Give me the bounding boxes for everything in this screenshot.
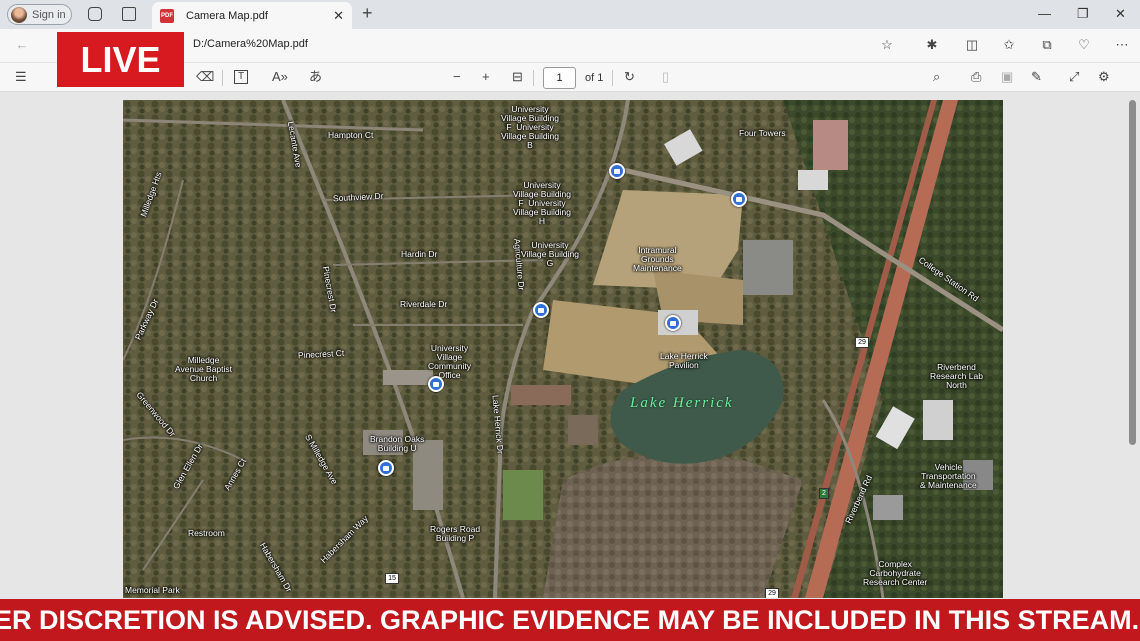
- place-label: Milledge Avenue Baptist Church: [175, 355, 233, 383]
- scrollbar[interactable]: [1129, 100, 1136, 445]
- place-label: Complex Carbohydrate Research Center: [863, 559, 928, 587]
- divider: [222, 70, 223, 86]
- more-options-icon[interactable]: ⋯: [1115, 38, 1129, 52]
- street-label: Restroom: [188, 528, 225, 538]
- tab-title: Camera Map.pdf: [186, 9, 268, 22]
- collections-icon[interactable]: ⧉: [1040, 38, 1054, 52]
- save-as-icon[interactable]: ✎: [1031, 70, 1042, 84]
- camera-marker-icon[interactable]: [731, 191, 747, 207]
- place-label: Four Towers: [739, 128, 786, 138]
- camera-marker-icon[interactable]: [665, 315, 681, 331]
- place-label: Intramural Grounds Maintenance: [633, 245, 682, 273]
- restore-icon[interactable]: ❐: [1077, 6, 1089, 22]
- place-label: University Village Building G: [521, 240, 579, 268]
- divider: [533, 70, 534, 86]
- ticker-text: ER DISCRETION IS ADVISED. GRAPHIC EVIDEN…: [0, 605, 1140, 635]
- minimize-icon[interactable]: —: [1038, 6, 1051, 21]
- street-label: Hardin Dr: [401, 249, 438, 259]
- tab-camera-map[interactable]: PDF Camera Map.pdf ✕: [152, 2, 352, 29]
- text-box-icon[interactable]: T: [234, 70, 248, 84]
- place-label: Brandon Oaks Building U: [370, 434, 425, 453]
- pdf-file-icon: PDF: [160, 8, 174, 23]
- zoom-in-icon[interactable]: +: [482, 70, 490, 84]
- url-field[interactable]: D:/Camera%20Map.pdf: [193, 38, 308, 50]
- search-icon[interactable]: ⌕: [933, 70, 940, 84]
- divider: [612, 70, 613, 86]
- place-label: Lake Herrick Pavilion: [660, 351, 708, 370]
- place-label: Riverbend Research Lab North: [930, 362, 983, 390]
- settings-gear-icon[interactable]: ⚙: [1098, 70, 1110, 84]
- page-view-icon[interactable]: ▯: [662, 70, 669, 84]
- translate-icon[interactable]: あ: [309, 70, 322, 84]
- camera-marker-icon[interactable]: [609, 163, 625, 179]
- sign-in-button[interactable]: Sign in: [7, 4, 72, 25]
- news-ticker: ER DISCRETION IS ADVISED. GRAPHIC EVIDEN…: [0, 599, 1140, 641]
- place-label: University Village Building F University…: [501, 104, 559, 150]
- avatar: [11, 6, 27, 23]
- sign-in-label: Sign in: [32, 8, 66, 21]
- back-icon[interactable]: ←: [15, 38, 29, 52]
- live-badge: LIVE: [57, 32, 184, 87]
- street-label: Riverdale Dr: [400, 299, 448, 309]
- favorite-star-icon[interactable]: ☆: [880, 38, 894, 52]
- place-label: Vehicle Transportation & Maintenance: [920, 462, 977, 490]
- rotate-icon[interactable]: ↻: [624, 70, 635, 84]
- contents-icon[interactable]: ☰: [15, 70, 27, 84]
- title-bar: Sign in PDF Camera Map.pdf ✕ + — ❐ ✕: [0, 0, 1140, 29]
- street-label: Memorial Park: [125, 585, 180, 595]
- map-imagery: [123, 100, 1003, 598]
- place-label: Rogers Road Building P: [430, 524, 481, 543]
- save-icon[interactable]: ▣: [1001, 70, 1013, 84]
- camera-marker-icon[interactable]: [428, 376, 444, 392]
- fullscreen-icon[interactable]: ⤢: [1069, 70, 1079, 84]
- new-tab-button[interactable]: +: [362, 3, 373, 24]
- zoom-out-icon[interactable]: −: [453, 70, 461, 84]
- route-shield: 2: [819, 488, 829, 499]
- camera-marker-icon[interactable]: [378, 460, 394, 476]
- fit-page-icon[interactable]: ⊟: [512, 70, 523, 84]
- tab-actions-icon[interactable]: [122, 7, 136, 21]
- browser-essentials-icon[interactable]: ♡: [1077, 38, 1091, 52]
- place-label: University Village Community Office: [428, 343, 471, 380]
- close-window-icon[interactable]: ✕: [1115, 6, 1126, 22]
- eraser-icon[interactable]: ⌫: [196, 70, 214, 84]
- page-total: of 1: [585, 72, 604, 84]
- route-shield: 29: [855, 337, 869, 348]
- route-shield: 29: [765, 588, 779, 598]
- extensions-icon[interactable]: ✱: [925, 38, 939, 52]
- favorites-icon[interactable]: ✩: [1002, 38, 1016, 52]
- aerial-camera-map: Hampton Ct Lecante Ave Southview Dr Mill…: [123, 100, 1003, 598]
- camera-marker-icon[interactable]: [533, 302, 549, 318]
- close-tab-icon[interactable]: ✕: [333, 8, 344, 24]
- print-icon[interactable]: ⎙: [971, 70, 981, 84]
- read-aloud-icon[interactable]: A»: [272, 70, 288, 84]
- split-screen-icon[interactable]: ◫: [965, 38, 979, 52]
- workspaces-icon[interactable]: [88, 7, 102, 21]
- street-label: Hampton Ct: [328, 130, 374, 140]
- lake-herrick-label: Lake Herrick: [630, 395, 734, 411]
- page-number-input[interactable]: 1: [543, 67, 576, 89]
- route-shield: 15: [385, 573, 399, 584]
- place-label: University Village Building F University…: [513, 180, 571, 226]
